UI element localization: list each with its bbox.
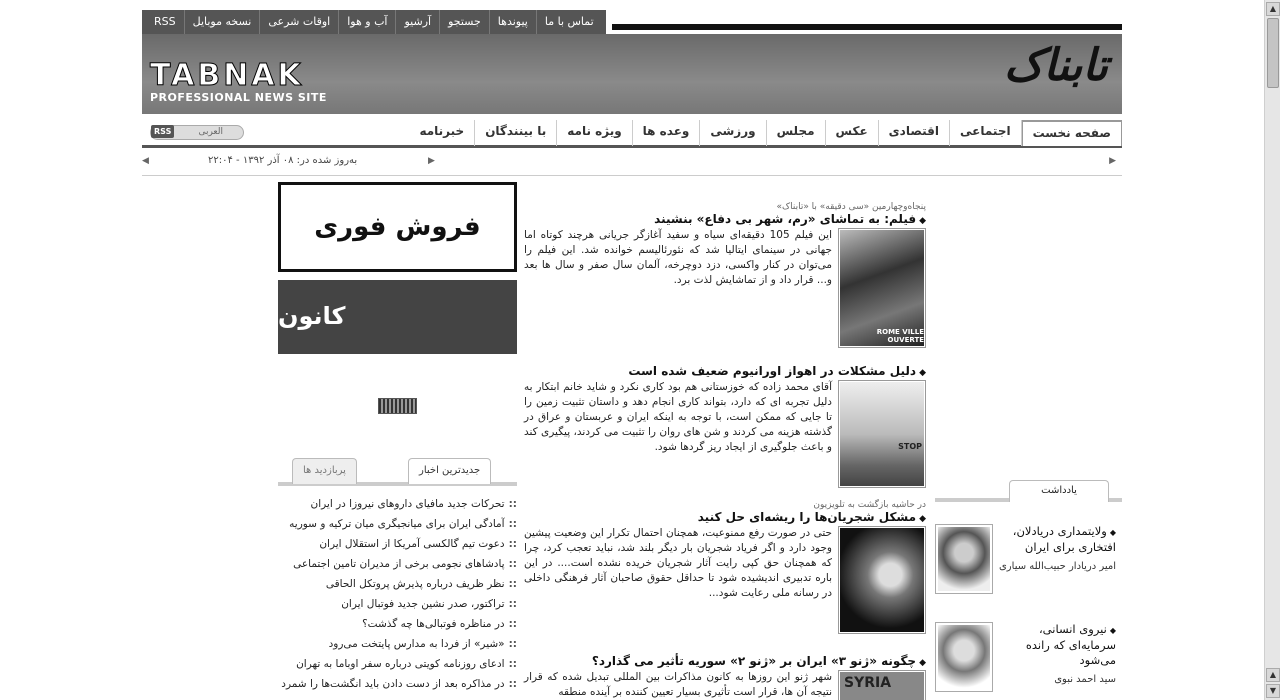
- top-link-search[interactable]: جستجو: [439, 10, 489, 34]
- article-summary: حتی در صورت رفع ممنوعیت، همچنان احتمال ت…: [524, 527, 832, 599]
- list-item[interactable]: پادشاهای نجومی برخی از مدیران تامین اجتم…: [278, 554, 517, 574]
- article-image[interactable]: [838, 526, 926, 634]
- article-summary: شهر ژنو این روزها به کانون مذاکرات بین ا…: [524, 671, 832, 698]
- note-author: امیر دریادار حبیب‌الله سیاری: [998, 561, 1116, 572]
- list-item[interactable]: ادعای روزنامه کویتی درباره سفر اوباما به…: [278, 654, 517, 674]
- tab-most-viewed[interactable]: پربازدید ها: [292, 458, 357, 484]
- list-item[interactable]: تراکتور، صدر نشین جدید فوتبال ایران: [278, 594, 517, 614]
- list-item[interactable]: آمادگی ایران برای میانجیگری میان ترکیه و…: [278, 514, 517, 534]
- top-link-weather[interactable]: آب و هوا: [338, 10, 395, 34]
- article-summary: آقای محمد زاده که خوزستانی هم بود کاری ن…: [524, 381, 832, 453]
- article-image[interactable]: STOP: [838, 380, 926, 488]
- update-bar: ◀ به‌روز شده در: ۰۸ آذر ۱۳۹۲ - ۲۲:۰۴ ▶ ▶: [142, 152, 1122, 176]
- note-item: نیروی انسانی، سرمایه‌ای که رانده می‌شود …: [935, 622, 1122, 692]
- list-item[interactable]: نظر ظریف درباره پذیرش پروتکل الحاقی: [278, 574, 517, 594]
- top-link-contact[interactable]: تماس با ما: [535, 10, 602, 34]
- english-logo[interactable]: TABNAK PROFESSIONAL NEWS SITE: [150, 58, 327, 105]
- list-item[interactable]: «شیر» از فردا به مدارس پایتخت می‌رود: [278, 634, 517, 654]
- note-title[interactable]: ولایتمداری دریادلان، افتخاری برای ایران: [993, 524, 1116, 555]
- nav-item-viewers[interactable]: با بینندگان: [475, 120, 558, 146]
- ad-sale-text: فروش فوری: [314, 212, 481, 242]
- top-link-rss[interactable]: RSS: [146, 10, 184, 34]
- latest-news-list: تحرکات جدید مافیای داروهای نیروزا در ایر…: [278, 494, 517, 694]
- tab-notes[interactable]: یادداشت: [1009, 480, 1109, 502]
- note-author: سید احمد نبوی: [1054, 674, 1116, 685]
- nav-item-economy[interactable]: اقتصادی: [879, 120, 951, 146]
- sign-caption: STOP: [898, 442, 922, 451]
- ad-banner-kanoon[interactable]: کانون: [278, 280, 517, 354]
- article-kicker: پنجاه‌وچهارمین «سی دقیقه» با «تابناک»: [776, 202, 926, 212]
- scroll-thumb[interactable]: [1267, 18, 1279, 88]
- article-kicker: در حاشیه بازگشت به تلویزیون: [813, 500, 926, 510]
- article-title[interactable]: فیلم: به تماشای «رم، شهر بی دفاع» بنشیند: [524, 212, 926, 226]
- note-title[interactable]: نیروی انسانی، سرمایه‌ای که رانده می‌شود: [993, 622, 1116, 668]
- ad-banner-sale[interactable]: فروش فوری: [278, 182, 517, 272]
- article-title[interactable]: دلیل مشکلات در اهواز اورانیوم ضعیف شده ا…: [524, 364, 926, 378]
- top-links: تماس با ما پیوندها جستجو آرشیو آب و هوا …: [142, 10, 606, 34]
- nav-item-newsletter[interactable]: خبرنامه: [409, 120, 476, 146]
- top-bar-stripe: [612, 24, 1122, 30]
- article-title[interactable]: مشکل شجریان‌ها را ریشه‌ای حل کنید: [524, 510, 926, 524]
- vertical-scrollbar[interactable]: ▲ ▲ ▼: [1264, 0, 1280, 700]
- rss-badge[interactable]: RSS: [151, 125, 175, 138]
- article-image[interactable]: SYRIA: [838, 670, 926, 700]
- nav-item-sports[interactable]: ورزشی: [700, 120, 767, 146]
- article-image[interactable]: ROME VILLE OUVERTE: [838, 228, 926, 348]
- list-item[interactable]: دعوت تیم گالکسی آمریکا از استقلال ایران: [278, 534, 517, 554]
- article-summary: این فیلم 105 دقیقه‌ای سیاه و سفید آغازگر…: [524, 229, 833, 286]
- nav-item-photo[interactable]: عکس: [826, 120, 879, 146]
- ad-small-badge[interactable]: [378, 398, 417, 414]
- scroll-down-icon[interactable]: ▼: [1266, 684, 1280, 698]
- article-4: چگونه «ژنو ۳» ایران بر «ژنو ۲» سوریه تأث…: [524, 654, 926, 700]
- nav-item-home[interactable]: صفحه نخست: [1021, 120, 1122, 146]
- top-link-archive[interactable]: آرشیو: [395, 10, 439, 34]
- tab-latest-news[interactable]: جدیدترین اخبار: [408, 458, 492, 484]
- top-link-prayer-times[interactable]: اوقات شرعی: [259, 10, 338, 34]
- scroll-up-icon[interactable]: ▲: [1266, 2, 1280, 16]
- rss-arabic-toggle[interactable]: RSS العربی: [150, 125, 244, 140]
- poster-caption: ROME VILLE OUVERTE: [876, 328, 924, 344]
- nav-item-promises[interactable]: وعده ها: [633, 120, 701, 146]
- logo-text: TABNAK: [150, 58, 304, 94]
- logo-tagline: PROFESSIONAL NEWS SITE: [150, 91, 327, 104]
- notes-header: یادداشت: [935, 478, 1122, 502]
- article-2: دلیل مشکلات در اهواز اورانیوم ضعیف شده ا…: [524, 364, 926, 488]
- top-link-mobile[interactable]: نسخه موبایل: [183, 10, 260, 34]
- list-item[interactable]: در مناظره فوتبالی‌ها چه گذشت؟: [278, 614, 517, 634]
- site-header: TABNAK PROFESSIONAL NEWS SITE تابناک: [142, 34, 1122, 114]
- nav-item-parliament[interactable]: مجلس: [767, 120, 826, 146]
- nav-item-special[interactable]: ویژه نامه: [557, 120, 633, 146]
- arabic-link[interactable]: العربی: [198, 127, 223, 137]
- ad-kanoon-text: کانون: [278, 302, 346, 330]
- main-nav: صفحه نخست اجتماعی اقتصادی عکس مجلس ورزشی…: [142, 118, 1122, 148]
- avatar[interactable]: [935, 622, 993, 692]
- top-link-links[interactable]: پیوندها: [488, 10, 536, 34]
- list-item[interactable]: در مذاکره بعد از دست دادن باید انگشت‌ها …: [278, 674, 517, 694]
- top-link-bar: تماس با ما پیوندها جستجو آرشیو آب و هوا …: [142, 10, 1122, 34]
- last-updated: به‌روز شده در: ۰۸ آذر ۱۳۹۲ - ۲۲:۰۴: [208, 155, 358, 166]
- article-3: در حاشیه بازگشت به تلویزیون مشکل شجریان‌…: [524, 500, 926, 634]
- nav-items: صفحه نخست اجتماعی اقتصادی عکس مجلس ورزشی…: [409, 120, 1122, 146]
- avatar[interactable]: [935, 524, 993, 594]
- ticker-left-arrow-icon[interactable]: ◀: [142, 156, 149, 166]
- article-title[interactable]: چگونه «ژنو ۳» ایران بر «ژنو ۲» سوریه تأث…: [524, 654, 926, 668]
- article-1: پنجاه‌وچهارمین «سی دقیقه» با «تابناک» فی…: [524, 202, 926, 348]
- ticker-mid-arrow-icon[interactable]: ▶: [428, 156, 435, 166]
- news-tabs: جدیدترین اخبار پربازدید ها: [278, 456, 517, 486]
- scroll-up-icon-bottom[interactable]: ▲: [1266, 668, 1280, 682]
- syria-caption: SYRIA: [844, 675, 892, 691]
- nav-item-social[interactable]: اجتماعی: [950, 120, 1022, 146]
- list-item[interactable]: تحرکات جدید مافیای داروهای نیروزا در ایر…: [278, 494, 517, 514]
- persian-logo[interactable]: تابناک: [1004, 40, 1108, 91]
- note-item: ولایتمداری دریادلان، افتخاری برای ایران …: [935, 524, 1122, 594]
- ticker-right-arrow-icon[interactable]: ▶: [1109, 156, 1116, 166]
